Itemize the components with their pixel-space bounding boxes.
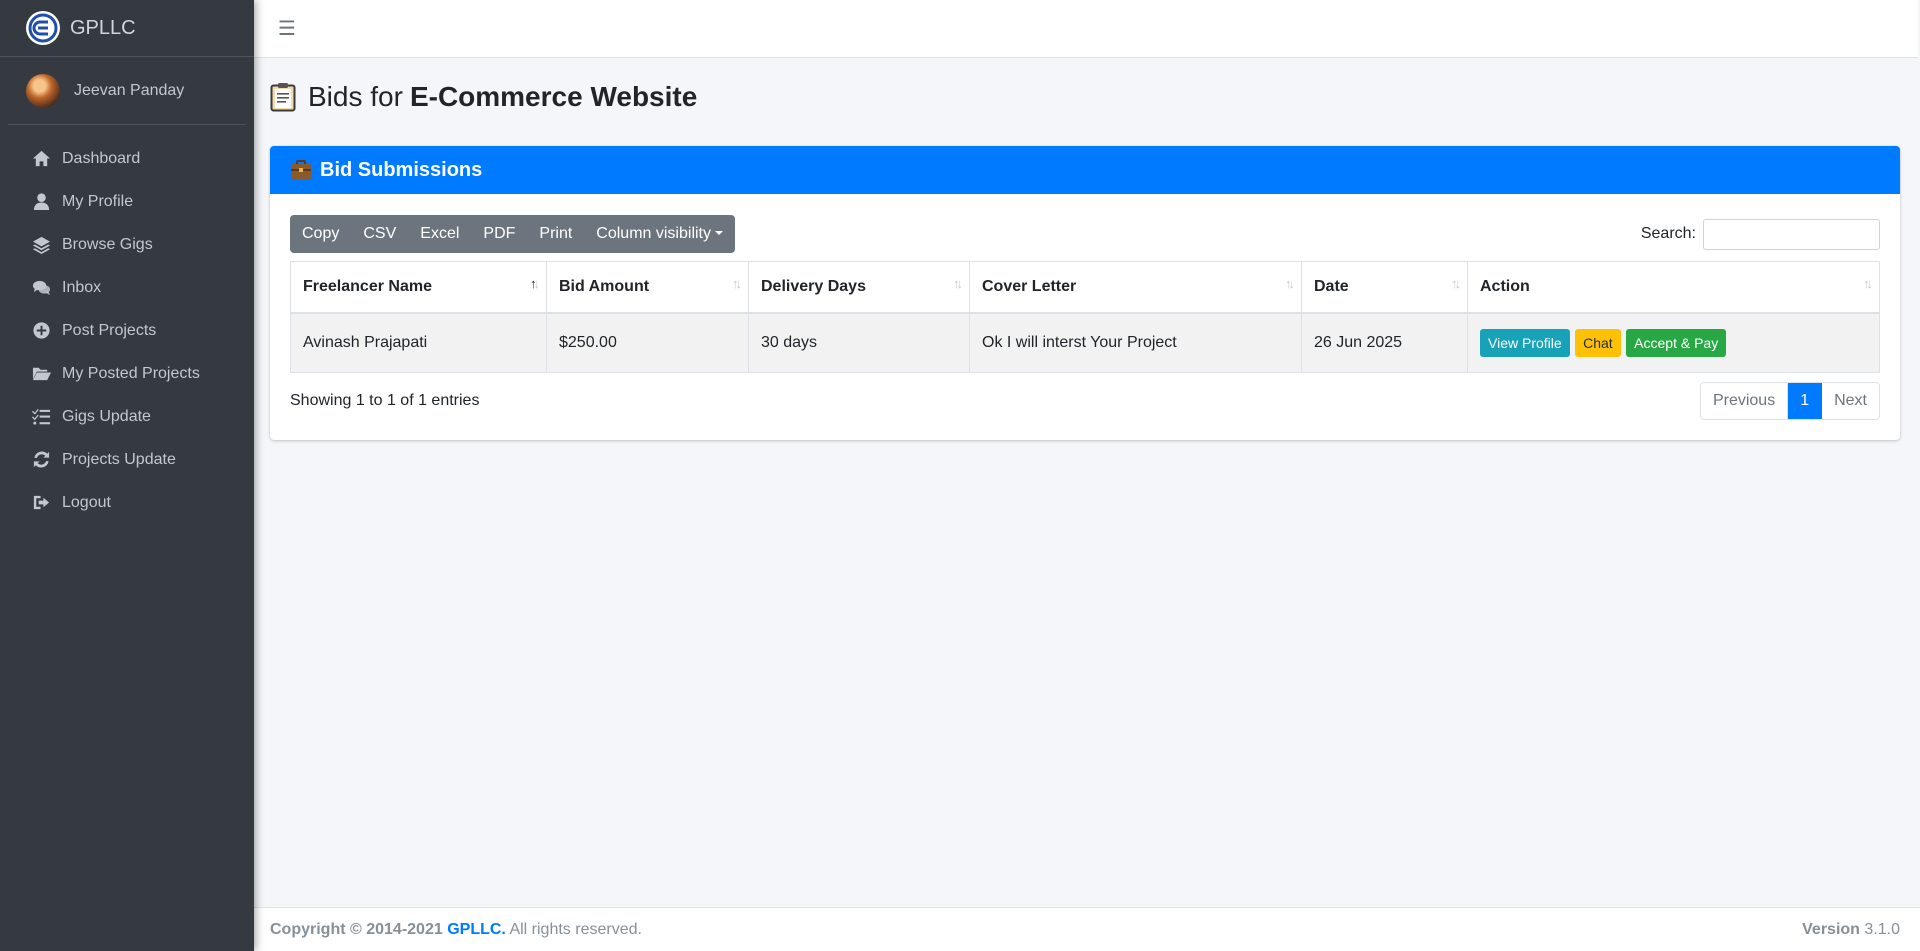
table-footer: Showing 1 to 1 of 1 entries Previous 1 N… xyxy=(290,382,1880,420)
home-icon xyxy=(31,149,51,169)
search-label: Search: xyxy=(1640,225,1696,242)
sync-icon xyxy=(31,450,51,470)
sort-icon: ↑↓ xyxy=(1285,276,1295,291)
sidebar-item-inbox[interactable]: Inbox xyxy=(0,266,254,309)
excel-button[interactable]: Excel xyxy=(408,215,471,253)
cell-delivery-days: 30 days xyxy=(748,312,970,373)
cell-bid-amount: $250.00 xyxy=(546,312,749,373)
column-header-freelancer-name[interactable]: Freelancer Name ↑↓ xyxy=(290,261,547,314)
entries-info: Showing 1 to 1 of 1 entries xyxy=(290,392,480,409)
sidebar-item-label: My Posted Projects xyxy=(62,364,200,382)
plus-circle-icon xyxy=(31,321,51,341)
brand-logo-icon xyxy=(26,11,60,45)
sidebar-item-label: Projects Update xyxy=(62,450,176,468)
accept-pay-button[interactable]: Accept & Pay xyxy=(1626,328,1727,357)
sidebar-item-label: Gigs Update xyxy=(62,407,151,425)
cell-date: 26 Jun 2025 xyxy=(1301,312,1468,373)
sidebar-item-label: Logout xyxy=(62,493,111,511)
card-body: Copy CSV Excel PDF Print Column visibili… xyxy=(270,194,1900,440)
user-panel[interactable]: Jeevan Panday xyxy=(8,57,246,125)
sidebar-item-logout[interactable]: Logout xyxy=(0,481,254,524)
comments-icon xyxy=(31,278,51,298)
rights-text: All rights reserved. xyxy=(509,920,642,938)
sidebar-item-my-profile[interactable]: My Profile xyxy=(0,180,254,223)
page-title-prefix: Bids for xyxy=(308,81,403,112)
sidebar-item-label: Browse Gigs xyxy=(62,235,153,253)
table-toolbar: Copy CSV Excel PDF Print Column visibili… xyxy=(290,215,1880,253)
sort-icon: ↑↓ xyxy=(1863,276,1873,291)
footer-brand-link[interactable]: GPLLC. xyxy=(447,921,506,938)
user-name[interactable]: Jeevan Panday xyxy=(74,82,184,100)
csv-button[interactable]: CSV xyxy=(351,215,408,253)
bid-submissions-card: Bid Submissions Copy CSV Excel PDF Print… xyxy=(270,146,1900,440)
page-footer: Copyright © 2014-2021 GPLLC. All rights … xyxy=(254,907,1920,951)
sort-icon: ↑↓ xyxy=(732,276,742,291)
brand-name: GPLLC xyxy=(70,16,136,39)
view-profile-button[interactable]: View Profile xyxy=(1480,328,1570,357)
sidebar-item-label: Post Projects xyxy=(62,321,157,339)
sidebar-item-label: Dashboard xyxy=(62,149,141,167)
version-label: Version xyxy=(1802,920,1860,938)
sidebar-item-my-posted-projects[interactable]: My Posted Projects xyxy=(0,352,254,395)
sidebar-item-post-projects[interactable]: Post Projects xyxy=(0,309,254,352)
cell-freelancer-name: Avinash Prajapati xyxy=(290,312,547,373)
page-title-project: E-Commerce Website xyxy=(409,81,698,112)
table-header-row: Freelancer Name ↑↓ Bid Amount ↑↓ Delivery … xyxy=(290,261,1880,314)
column-header-action[interactable]: Action ↑↓ xyxy=(1467,261,1880,314)
column-header-date[interactable]: Date ↑↓ xyxy=(1301,261,1468,314)
sort-icon: ↑↓ xyxy=(1451,276,1461,291)
sidebar-item-label: My Profile xyxy=(62,192,134,210)
cell-actions: View Profile Chat Accept & Pay xyxy=(1467,312,1880,373)
next-page-button[interactable]: Next xyxy=(1822,383,1879,419)
pdf-button[interactable]: PDF xyxy=(471,215,527,253)
tasks-icon xyxy=(31,407,51,427)
export-button-group: Copy CSV Excel PDF Print Column visibili… xyxy=(290,215,735,253)
main-content: Bids for E-Commerce Website Bid Submissi… xyxy=(254,58,1920,907)
page-1-button[interactable]: 1 xyxy=(1788,383,1823,419)
folder-open-icon xyxy=(31,364,51,384)
hamburger-menu-icon[interactable]: ☰ xyxy=(278,16,296,41)
sidebar-item-projects-update[interactable]: Projects Update xyxy=(0,438,254,481)
copyright: Copyright © 2014-2021 GPLLC. All rights … xyxy=(270,921,642,939)
version-number: 3.1.0 xyxy=(1864,920,1900,938)
sign-out-icon xyxy=(31,493,51,513)
chat-button[interactable]: Chat xyxy=(1575,328,1621,357)
search-input[interactable] xyxy=(1703,218,1880,250)
column-header-delivery-days[interactable]: Delivery Days ↑↓ xyxy=(748,261,970,314)
card-title: Bid Submissions xyxy=(320,158,483,181)
brand-link[interactable]: GPLLC xyxy=(0,0,254,57)
cell-cover-letter: Ok I will interst Your Project xyxy=(969,312,1302,373)
clipboard-icon xyxy=(270,83,296,112)
sidebar-item-label: Inbox xyxy=(62,278,102,296)
column-visibility-dropdown[interactable]: Column visibility xyxy=(584,215,735,253)
card-header: Bid Submissions xyxy=(270,146,1900,194)
user-icon xyxy=(31,192,51,212)
layers-icon xyxy=(31,235,51,255)
copy-button[interactable]: Copy xyxy=(290,215,351,253)
page-title: Bids for E-Commerce Website xyxy=(270,58,1900,124)
column-header-bid-amount[interactable]: Bid Amount ↑↓ xyxy=(546,261,749,314)
previous-page-button[interactable]: Previous xyxy=(1701,383,1789,419)
search-box: Search: xyxy=(1640,218,1880,250)
sidebar-nav: Dashboard My Profile Browse Gigs Inbox P… xyxy=(0,125,254,524)
briefcase-icon xyxy=(291,160,311,179)
version-info: Version 3.1.0 xyxy=(1802,921,1900,939)
sort-icon: ↑↓ xyxy=(530,276,540,291)
top-navbar: ☰ xyxy=(254,0,1918,58)
sidebar: GPLLC Jeevan Panday Dashboard My Profile… xyxy=(0,0,254,951)
bids-table: Freelancer Name ↑↓ Bid Amount ↑↓ Delivery … xyxy=(290,261,1880,373)
column-header-cover-letter[interactable]: Cover Letter ↑↓ xyxy=(969,261,1302,314)
avatar xyxy=(26,73,60,108)
sidebar-item-gigs-update[interactable]: Gigs Update xyxy=(0,395,254,438)
sidebar-item-browse-gigs[interactable]: Browse Gigs xyxy=(0,223,254,266)
sidebar-item-dashboard[interactable]: Dashboard xyxy=(0,137,254,180)
pagination: Previous 1 Next xyxy=(1699,382,1880,420)
copyright-text: Copyright © 2014-2021 xyxy=(270,920,443,938)
sort-icon: ↑↓ xyxy=(953,276,963,291)
print-button[interactable]: Print xyxy=(527,215,584,253)
table-row: Avinash Prajapati $250.00 30 days Ok I w… xyxy=(290,312,1880,373)
